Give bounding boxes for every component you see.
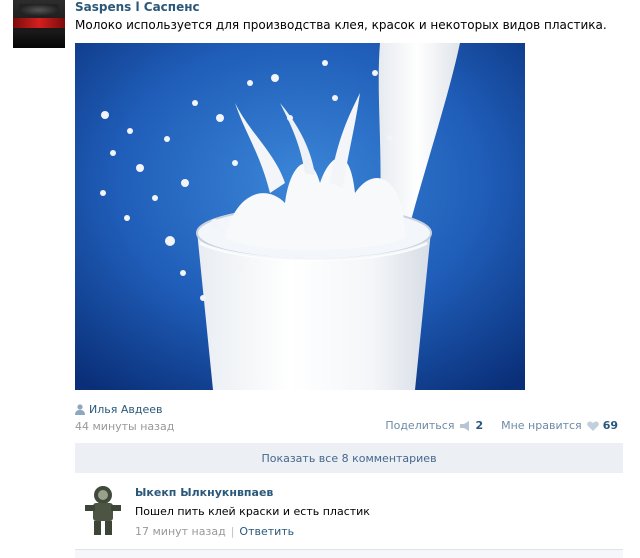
avatar-decoration [19, 4, 59, 16]
heart-icon[interactable] [586, 420, 599, 431]
share-count: 2 [475, 419, 484, 432]
post-timestamp[interactable]: 44 минуты назад [75, 420, 174, 433]
comment-timestamp[interactable]: 17 минут назад [135, 525, 226, 538]
meta-separator: | [230, 525, 235, 538]
post-actions: Поделиться 2 Мне нравится 69 [385, 419, 618, 432]
community-avatar[interactable] [13, 0, 65, 48]
megaphone-icon[interactable] [459, 420, 471, 431]
comment-meta: 17 минут назад | Ответить [135, 525, 294, 538]
signer-name: Илья Авдеев [89, 402, 163, 416]
post-text: Молоко используется для производства кле… [75, 18, 607, 32]
commenter-avatar[interactable] [79, 485, 123, 537]
post-image[interactable] [75, 43, 525, 390]
comment-text: Пошел пить клей краски и есть пластик [135, 505, 370, 518]
post-signer[interactable]: Илья Авдеев [75, 402, 163, 416]
share-button[interactable]: Поделиться [385, 419, 454, 432]
reply-button[interactable]: Ответить [239, 525, 294, 538]
post-author-link[interactable]: Saspens l Саспенс [75, 0, 200, 14]
like-button[interactable]: Мне нравится [501, 419, 582, 432]
avatar-background [13, 30, 65, 48]
show-all-comments-button[interactable]: Показать все 8 комментариев [75, 443, 623, 473]
avatar-logo-stripe [13, 18, 65, 28]
comment-author-link[interactable]: Ыкекп Ылкнукнвпаев [135, 486, 273, 499]
user-icon [75, 403, 85, 415]
like-count: 69 [602, 419, 618, 432]
